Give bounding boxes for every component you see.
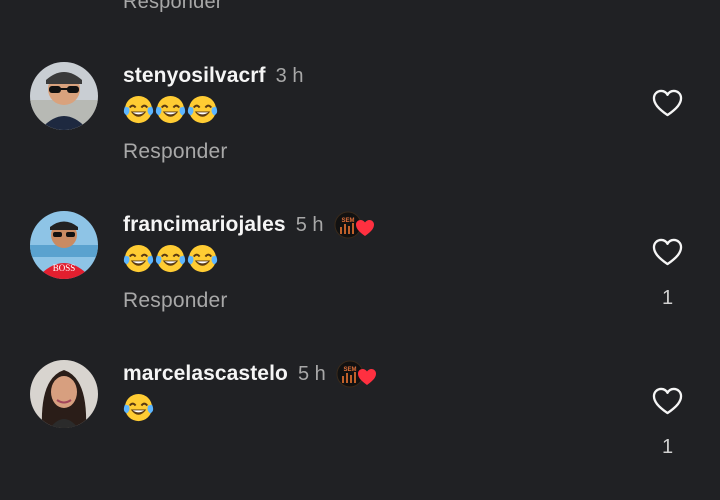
reply-button[interactable]: Responder xyxy=(123,140,228,164)
comment-item: BOSS francimariojales 5 h SEM Responder … xyxy=(0,211,720,351)
timestamp: 3 h xyxy=(275,64,304,87)
reply-button[interactable]: Responder xyxy=(123,0,223,14)
username[interactable]: francimariojales xyxy=(123,213,286,237)
avatar[interactable]: BOSS xyxy=(30,211,98,279)
face-with-tears-of-joy-icon xyxy=(123,95,154,124)
reply-button[interactable]: Responder xyxy=(123,289,228,313)
username[interactable]: marcelascastelo xyxy=(123,362,288,386)
heart-icon[interactable] xyxy=(652,238,683,267)
heart-icon[interactable] xyxy=(652,89,683,118)
liked-by-author-icon: SEM xyxy=(334,211,376,239)
face-with-tears-of-joy-icon xyxy=(155,95,186,124)
svg-text:SEM: SEM xyxy=(343,367,356,373)
comment-item: stenyosilvacrf 3 h Responder xyxy=(0,62,720,202)
avatar[interactable] xyxy=(30,62,98,130)
like-count: 1 xyxy=(661,436,674,458)
timestamp: 5 h xyxy=(295,213,324,236)
like-count: 1 xyxy=(661,287,674,309)
comment-text xyxy=(123,243,218,277)
face-with-tears-of-joy-icon xyxy=(155,244,186,273)
liked-by-author-icon: SEM xyxy=(336,360,378,388)
avatar[interactable] xyxy=(30,360,98,428)
comment-text xyxy=(123,392,154,426)
username[interactable]: stenyosilvacrf xyxy=(123,64,266,88)
face-with-tears-of-joy-icon xyxy=(123,244,154,273)
face-with-tears-of-joy-icon xyxy=(123,393,154,422)
comment-text xyxy=(123,94,218,128)
face-with-tears-of-joy-icon xyxy=(187,95,218,124)
face-with-tears-of-joy-icon xyxy=(187,244,218,273)
timestamp: 5 h xyxy=(297,362,326,385)
comment-item: marcelascastelo 5 h SEM 1 xyxy=(0,360,720,500)
heart-icon[interactable] xyxy=(652,387,683,416)
svg-text:BOSS: BOSS xyxy=(53,263,76,273)
svg-text:SEM: SEM xyxy=(341,218,354,224)
